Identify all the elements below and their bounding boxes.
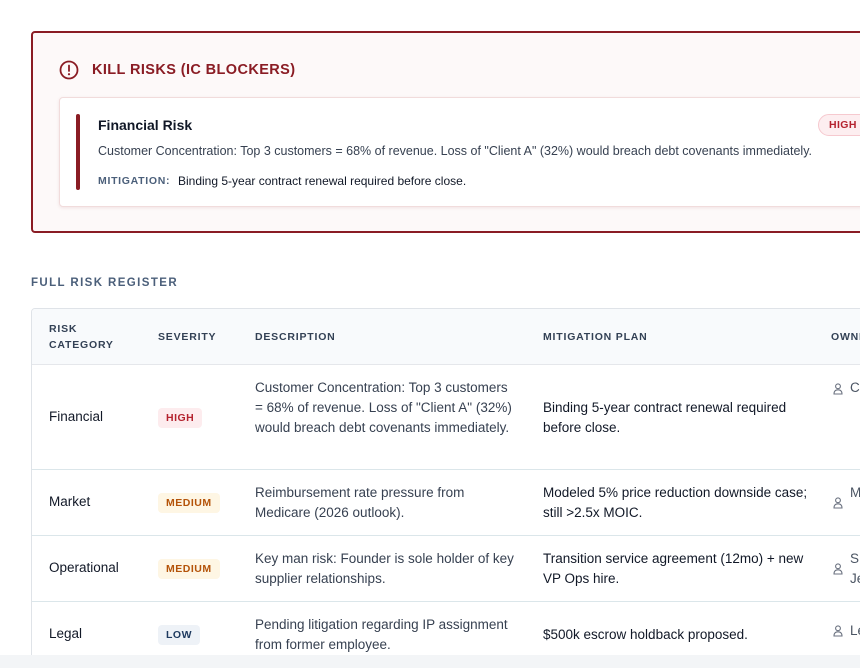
risk-register-table: RISK CATEGORY SEVERITY DESCRIPTION MITIG… [31,308,860,668]
table-row[interactable]: Operational MEDIUM Key man risk: Founder… [32,536,860,602]
owner-name: M C [850,483,860,503]
risk-assessment-page: KILL RISKS (IC BLOCKERS) Financial Risk … [0,0,860,668]
kill-risks-title: KILL RISKS (IC BLOCKERS) [92,62,296,78]
risk-description: Customer Concentration: Top 3 customers … [255,380,512,435]
mitigation-text: Binding 5-year contract renewal required… [178,174,467,188]
column-header-mitigation[interactable]: MITIGATION PLAN [543,329,648,345]
table-row[interactable]: Market MEDIUM Reimbursement rate pressur… [32,470,860,536]
mitigation-plan: Binding 5-year contract renewal required… [543,400,787,435]
mitigation-label: MITIGATION: [98,175,171,187]
severity-badge: HIGH [158,408,203,428]
kill-risk-title: Financial Risk [98,117,193,133]
column-header-severity[interactable]: SEVERITY [158,329,216,345]
severity-pill: HIGH SEVERITY [818,114,860,136]
risk-category: Legal [49,626,83,641]
risk-category: Financial [49,409,104,424]
user-icon [833,625,843,637]
risk-category: Operational [49,560,119,575]
severity-accent-bar [76,114,80,190]
alert-circle-icon [59,60,79,80]
kill-risk-description: Customer Concentration: Top 3 customers … [98,144,812,158]
column-header-category[interactable]: RISK CATEGORY [49,321,129,353]
risk-category: Market [49,494,91,509]
severity-badge: MEDIUM [158,559,220,579]
mitigation-plan: $500k escrow holdback proposed. [543,627,748,642]
horizontal-scrollbar[interactable] [0,655,860,668]
column-header-description[interactable]: DESCRIPTION [255,329,336,345]
risk-description: Reimbursement rate pressure from Medicar… [255,485,465,520]
table-row[interactable]: Financial HIGH Customer Concentration: T… [32,365,860,470]
owner-name: C [850,380,860,395]
kill-risks-header: KILL RISKS (IC BLOCKERS) [59,60,295,80]
user-icon [833,383,843,395]
kill-risks-panel: KILL RISKS (IC BLOCKERS) Financial Risk … [31,31,860,233]
severity-badge: LOW [158,625,200,645]
severity-badge: MEDIUM [158,493,220,513]
kill-risk-card[interactable]: Financial Risk HIGH SEVERITY Customer Co… [59,97,860,207]
owner-name: S. Je [850,551,860,586]
table-header: RISK CATEGORY SEVERITY DESCRIPTION MITIG… [32,309,860,365]
user-icon [833,497,843,509]
owner-name: Le [850,623,860,638]
risk-description: Pending litigation regarding IP assignme… [255,617,508,652]
user-icon [833,563,843,575]
register-section-title: FULL RISK REGISTER [31,277,179,289]
mitigation-plan: Modeled 5% price reduction downside case… [543,485,808,520]
column-header-owner[interactable]: OWNER [831,329,860,345]
mitigation-plan: Transition service agreement (12mo) + ne… [543,551,804,586]
risk-description: Key man risk: Founder is sole holder of … [255,551,514,586]
